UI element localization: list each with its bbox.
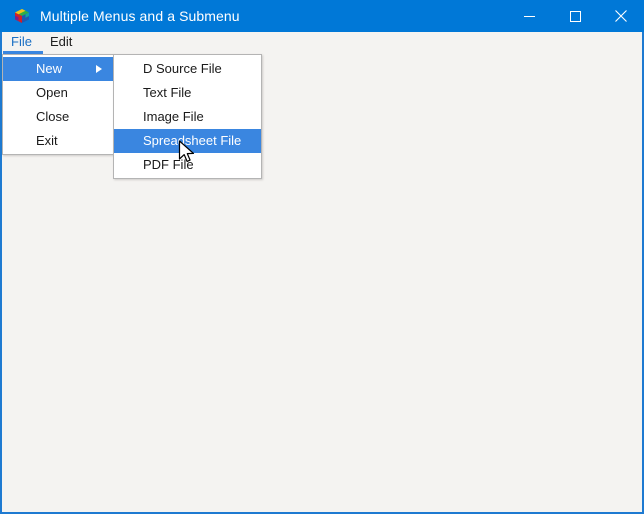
submenu-item-spreadsheet-file[interactable]: Spreadsheet File [114, 129, 261, 153]
submenu-item-spreadsheet-file-label: Spreadsheet File [143, 133, 242, 148]
menu-item-close[interactable]: Close [3, 105, 114, 129]
close-button[interactable] [598, 0, 644, 32]
minimize-icon [523, 15, 535, 17]
menu-item-exit[interactable]: Exit [3, 129, 114, 153]
new-submenu-dropdown: D Source File Text File Image File Sprea… [113, 54, 262, 179]
window-title: Multiple Menus and a Submenu [40, 8, 240, 24]
cube-icon [14, 8, 30, 24]
menu-item-new-label: New [36, 61, 63, 76]
menu-item-exit-label: Exit [36, 133, 58, 148]
menu-item-close-label: Close [36, 109, 70, 124]
file-menu-dropdown: New Open Close Exit [2, 54, 115, 155]
menubar-item-file[interactable]: File [2, 32, 43, 54]
maximize-icon [569, 10, 581, 22]
menu-bar: File Edit [2, 32, 642, 54]
submenu-item-pdf-file-label: PDF File [143, 157, 194, 172]
submenu-item-d-source-file-label: D Source File [143, 61, 222, 76]
maximize-button[interactable] [552, 0, 598, 32]
cube-icon-svg [15, 9, 29, 23]
menu-item-open-label: Open [36, 85, 68, 100]
menu-item-new[interactable]: New [3, 57, 114, 81]
submenu-item-pdf-file[interactable]: PDF File [114, 153, 261, 177]
menu-item-open[interactable]: Open [3, 81, 114, 105]
chevron-right-icon [96, 65, 102, 73]
submenu-item-image-file[interactable]: Image File [114, 105, 261, 129]
submenu-item-d-source-file[interactable]: D Source File [114, 57, 261, 81]
submenu-item-image-file-label: Image File [143, 109, 204, 124]
submenu-item-text-file-label: Text File [143, 85, 192, 100]
menubar-item-file-label: File [11, 34, 32, 49]
menubar-item-edit-label: Edit [49, 34, 73, 49]
submenu-item-text-file[interactable]: Text File [114, 81, 261, 105]
application-window: Multiple Menus and a Submenu File Edit N… [0, 0, 644, 514]
close-icon [615, 10, 627, 22]
title-bar[interactable]: Multiple Menus and a Submenu [0, 0, 644, 32]
menubar-item-edit[interactable]: Edit [41, 32, 81, 54]
minimize-button[interactable] [506, 0, 552, 32]
